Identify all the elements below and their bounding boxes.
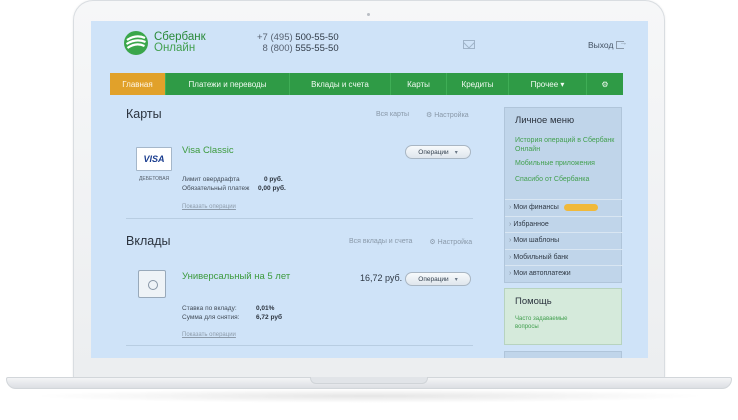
logout-button[interactable]: Выход	[588, 38, 627, 50]
nav-cards[interactable]: Карты	[391, 73, 447, 95]
deposit-operations-button[interactable]: Операции ▾	[405, 272, 471, 286]
detail-label: Ставка по вкладу:	[182, 305, 237, 312]
deposits-title: Вклады	[126, 234, 171, 248]
phone2-prefix: 8 (800)	[262, 43, 296, 54]
deposit-detail-row: Ставка по вкладу: 0,01%	[182, 305, 274, 312]
detail-value: 0,00 руб.	[258, 185, 286, 192]
side-item-templates[interactable]: Мои шаблоны	[505, 232, 623, 249]
phone1-prefix: +7 (495)	[257, 32, 296, 43]
divider	[126, 218, 473, 219]
personal-menu-title: Личное меню	[515, 115, 575, 126]
detail-value: 6,72 руб	[256, 314, 282, 321]
deposits-all-link[interactable]: Вся вклады и счета	[349, 238, 412, 246]
card-operations-button[interactable]: Операции ▾	[405, 145, 471, 159]
card-detail-row: Обязательный платеж 0,00 руб.	[182, 185, 286, 192]
nav-home[interactable]: Главная	[110, 73, 166, 95]
detail-value: 0,01%	[256, 305, 275, 312]
side-item-label: Мои шаблоны	[513, 237, 560, 245]
help-box: Помощь Часто задаваемые вопросы	[504, 288, 622, 345]
cards-settings-link[interactable]: Настройка	[426, 111, 468, 119]
phone-moscow: +7 (495) 500-55-50	[257, 32, 339, 43]
deposits-settings-link[interactable]: Настройка	[429, 238, 472, 246]
side-link-mobile-apps[interactable]: Мобильные приложения	[515, 159, 615, 168]
deposit-operations-label: Операции	[418, 275, 449, 283]
chevron-down-icon: ▾	[454, 276, 458, 283]
logout-label: Выход	[588, 40, 614, 50]
side-item-favorites[interactable]: Избранное	[505, 215, 623, 233]
brand[interactable]: Сбербанк Онлайн	[123, 30, 206, 56]
sidebar-box	[504, 351, 622, 358]
side-item-my-finances[interactable]: Мои финансы	[505, 199, 623, 216]
deposit-name-link[interactable]: Универсальный на 5 лет	[182, 271, 290, 282]
cards-links: Вся карты Настройка	[376, 111, 469, 119]
nav-payments[interactable]: Платежи и переводы	[166, 73, 290, 95]
side-item-label: Мои финансы	[513, 204, 559, 212]
brand-line2: Онлайн	[154, 42, 196, 54]
detail-label: Сумма для снятия:	[182, 314, 240, 321]
card-operations-label: Операции	[418, 148, 449, 156]
card-detail-row: Лимит овердрафта 0 руб.	[182, 176, 283, 183]
chevron-down-icon: ▾	[454, 149, 458, 156]
detail-label: Обязательный платеж	[182, 185, 250, 192]
brand-name: Сбербанк Онлайн	[154, 31, 206, 54]
nav-other[interactable]: Прочее ▾	[509, 73, 587, 95]
camera-dot	[367, 13, 370, 16]
side-item-label: Мобильный банк	[513, 253, 569, 261]
laptop-notch	[310, 377, 428, 384]
nav-deposits[interactable]: Вклады и счета	[290, 73, 391, 95]
new-badge	[563, 204, 598, 212]
card-type: ДЕБЕТОВАЯ	[139, 176, 170, 182]
card-show-operations-link[interactable]: Показать операции	[182, 204, 236, 210]
laptop-shadow	[30, 389, 708, 403]
main-nav: Главная Платежи и переводы Вклады и счет…	[110, 73, 623, 95]
safe-icon	[138, 270, 166, 298]
personal-menu-items: Мои финансы Избранное Мои шаблоны Мобиль…	[505, 199, 623, 282]
sberbank-logo-icon	[124, 31, 148, 55]
side-item-label: Мои автоплатежи	[513, 270, 571, 278]
phone1-main: 500-55-50	[295, 32, 339, 43]
nav-credits[interactable]: Кредиты	[447, 73, 509, 95]
visa-card-image[interactable]: VISA	[136, 147, 172, 171]
logout-icon	[616, 38, 627, 49]
detail-value: 0 руб.	[264, 176, 283, 183]
cards-all-link[interactable]: Вся карты	[376, 111, 409, 119]
side-link-history[interactable]: История операций в Сбербанк Онлайн	[515, 136, 615, 154]
laptop-screen: Сбербанк Онлайн +7 (495) 500-55-50 8 (80…	[91, 21, 648, 358]
help-faq-link[interactable]: Часто задаваемые вопросы	[515, 316, 585, 331]
side-item-autopayments[interactable]: Мои автоплатежи	[505, 265, 623, 282]
help-title: Помощь	[515, 296, 552, 307]
deposit-detail-row: Сумма для снятия: 6,72 руб	[182, 314, 282, 321]
phone-russia: 8 (800) 555-55-50	[257, 43, 339, 54]
visa-logo: VISA	[143, 154, 165, 164]
side-link-spasibo[interactable]: Спасибо от Сбербанка	[515, 175, 615, 184]
divider	[126, 345, 473, 346]
mail-icon[interactable]	[463, 40, 475, 49]
deposit-amount: 16,72 руб.	[360, 273, 403, 283]
cards-title: Карты	[126, 107, 162, 121]
card-name-link[interactable]: Visa Classic	[182, 145, 234, 156]
deposits-links: Вся вклады и счета Настройка	[349, 238, 472, 246]
deposit-show-operations-link[interactable]: Показать операции	[182, 332, 236, 338]
detail-label: Лимит овердрафта	[182, 176, 240, 183]
phone2-main: 555-55-50	[295, 43, 339, 54]
phone-numbers: +7 (495) 500-55-50 8 (800) 555-55-50	[257, 32, 339, 54]
nav-settings-gear-icon[interactable]: ⚙	[587, 73, 623, 95]
side-item-mobile-bank[interactable]: Мобильный банк	[505, 248, 623, 266]
side-item-label: Избранное	[513, 220, 549, 228]
personal-menu: Личное меню История операций в Сбербанк …	[504, 107, 623, 283]
